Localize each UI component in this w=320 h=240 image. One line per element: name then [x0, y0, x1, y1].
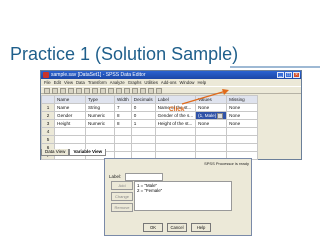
list-item[interactable]: 2 = "Female": [137, 188, 229, 193]
add-button[interactable]: Add: [111, 181, 133, 190]
change-button[interactable]: Change: [111, 192, 133, 201]
cancel-button[interactable]: Cancel: [167, 223, 187, 232]
value-labels-dialog: SPSS Processor is ready Label: Add Chang…: [104, 158, 252, 236]
click-annotation: Click: [169, 106, 185, 113]
label-field-caption: Label:: [109, 174, 122, 179]
label-input[interactable]: [125, 173, 163, 181]
remove-button[interactable]: Remove: [111, 203, 133, 212]
help-button[interactable]: Help: [191, 223, 211, 232]
value-labels-list[interactable]: 1 = "Male" 2 = "Female": [134, 181, 232, 211]
status-bar-text: SPSS Processor is ready: [204, 161, 249, 166]
ok-button[interactable]: OK: [143, 223, 163, 232]
